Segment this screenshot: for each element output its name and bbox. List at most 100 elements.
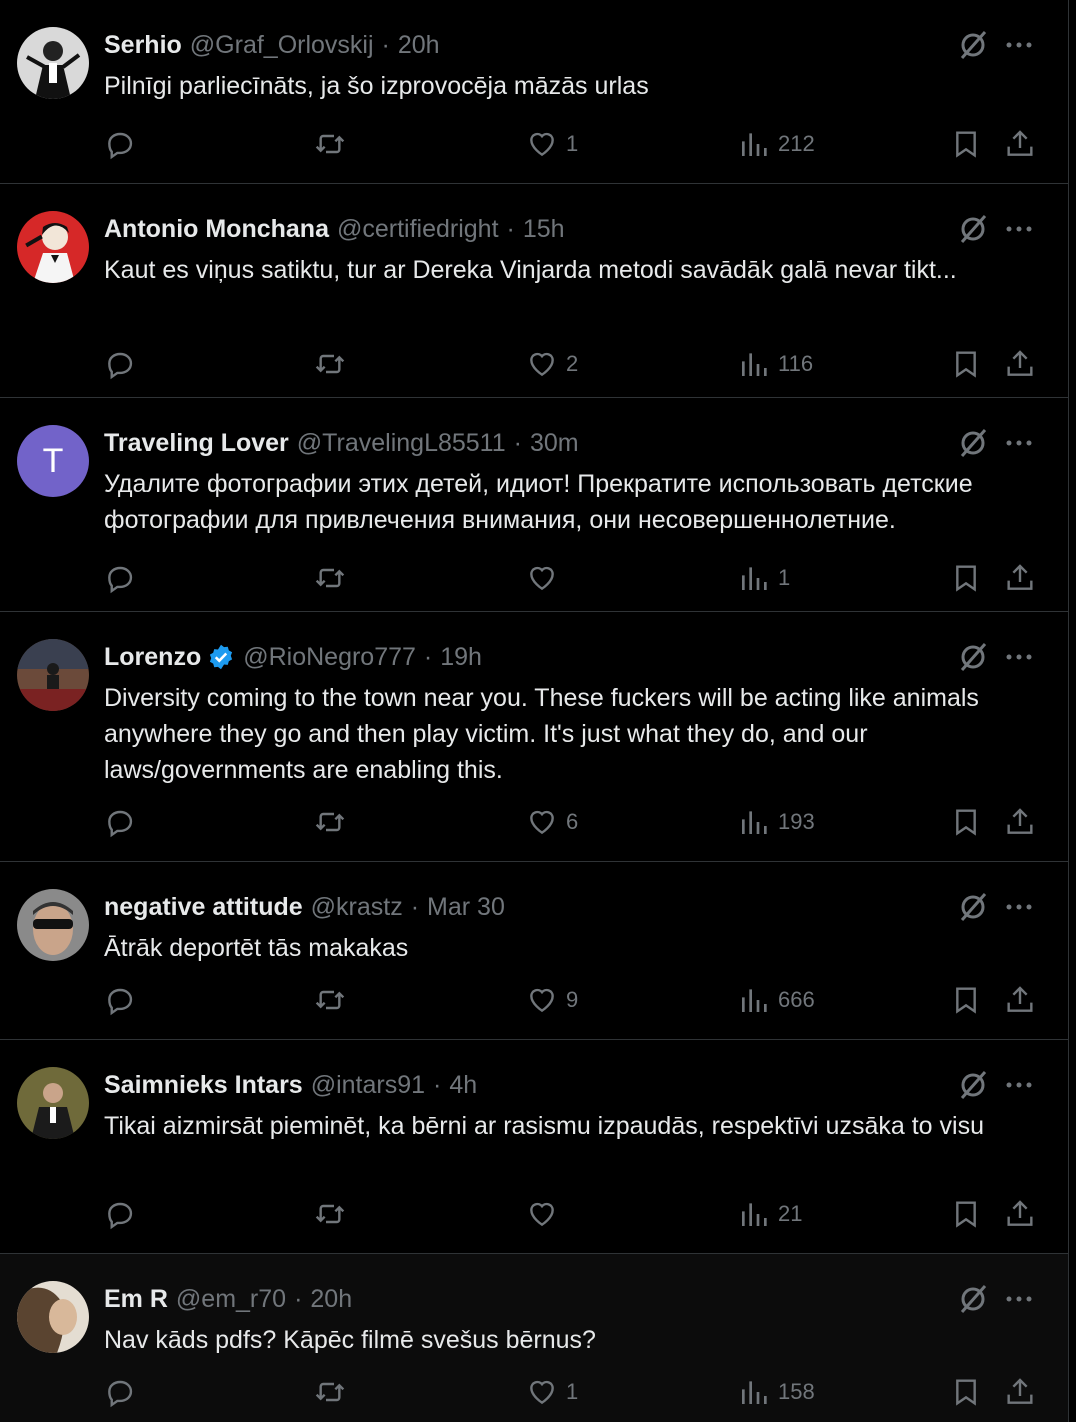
author-name[interactable]: Antonio Monchana [104,212,329,246]
author-name[interactable]: Lorenzo [104,640,201,674]
author-handle[interactable]: @em_r70 [176,1282,286,1316]
repost-button[interactable] [314,124,354,164]
repost-button[interactable] [314,1194,354,1234]
timestamp[interactable]: 30m [530,426,579,460]
more-icon[interactable] [1002,890,1036,924]
author-handle[interactable]: @Graf_Orlovskij [190,28,374,62]
repost-button[interactable] [314,980,354,1020]
reply-button[interactable] [104,1194,144,1234]
bookmark-button[interactable] [950,980,982,1020]
like-button[interactable] [526,1194,566,1234]
more-icon[interactable] [1002,28,1036,62]
separator-dot: · [513,429,522,457]
author-handle[interactable]: @intars91 [311,1068,425,1102]
author-name[interactable]: Saimnieks Intars [104,1068,303,1102]
grok-icon[interactable] [956,890,990,924]
avatar[interactable]: T [17,425,89,497]
tweet[interactable]: Saimnieks Intars @intars91 · 4h Tikai ai… [0,1040,1068,1254]
reply-button[interactable] [104,802,144,842]
repost-button[interactable] [314,558,354,598]
grok-icon[interactable] [956,212,990,246]
like-count: 6 [566,809,579,834]
grok-icon[interactable] [956,1282,990,1316]
author-name[interactable]: Serhio [104,28,182,62]
share-icon [1007,564,1033,590]
like-button[interactable]: 6 [526,802,578,842]
repost-button[interactable] [314,344,354,384]
share-button[interactable] [1004,558,1036,598]
author-handle[interactable]: @krastz [311,890,403,924]
bookmark-button[interactable] [950,1194,982,1234]
share-button[interactable] [1004,802,1036,842]
bookmark-button[interactable] [950,558,982,598]
author-name[interactable]: negative attitude [104,890,303,924]
reply-icon [108,352,133,380]
share-icon [1007,350,1033,376]
avatar[interactable] [17,27,89,99]
author-handle[interactable]: @certifiedright [337,212,499,246]
grok-icon[interactable] [956,28,990,62]
more-icon[interactable] [1002,640,1036,674]
timestamp[interactable]: 20h [310,1282,352,1316]
reply-button[interactable] [104,980,144,1020]
avatar[interactable] [17,211,89,283]
tweet[interactable]: Serhio @Graf_Orlovskij · 20h Pilnīgi par… [0,0,1068,184]
bookmark-button[interactable] [950,124,982,164]
more-icon[interactable] [1002,212,1036,246]
author-handle[interactable]: @TravelingL85511 [297,426,506,460]
share-button[interactable] [1004,344,1036,384]
avatar[interactable] [17,639,89,711]
reply-button[interactable] [104,1372,144,1412]
repost-button[interactable] [314,1372,354,1412]
author-handle[interactable]: @RioNegro777 [243,640,416,674]
share-button[interactable] [1004,1194,1036,1234]
bookmark-button[interactable] [950,1372,982,1412]
like-button[interactable]: 1 [526,1372,578,1412]
timestamp[interactable]: Mar 30 [427,890,505,924]
views-button[interactable]: 21 [738,1194,802,1234]
avatar[interactable] [17,1067,89,1139]
reply-button[interactable] [104,344,144,384]
timestamp[interactable]: 19h [440,640,482,674]
like-button[interactable]: 9 [526,980,578,1020]
like-count: 2 [566,351,579,376]
grok-icon[interactable] [956,1068,990,1102]
tweet[interactable]: Antonio Monchana @certifiedright · 15h K… [0,184,1068,398]
tweet[interactable]: negative attitude @krastz · Mar 30 Ātrāk… [0,862,1068,1040]
grok-icon[interactable] [956,426,990,460]
grok-icon[interactable] [956,640,990,674]
more-icon[interactable] [1002,1068,1036,1102]
share-button[interactable] [1004,1372,1036,1412]
repost-button[interactable] [314,802,354,842]
more-icon[interactable] [1002,1282,1036,1316]
tweet[interactable]: Em R @em_r70 · 20h Nav kāds pdfs? Kāpēc … [0,1254,1068,1422]
author-name[interactable]: Traveling Lover [104,426,289,460]
bookmark-button[interactable] [950,802,982,842]
repost-icon [315,990,345,1010]
timestamp[interactable]: 20h [398,28,440,62]
more-icon[interactable] [1002,426,1036,460]
views-button[interactable]: 666 [738,980,815,1020]
tweet-text: Kaut es viņus satiktu, tur ar Dereka Vin… [104,256,957,284]
views-button[interactable]: 1 [738,558,790,598]
reply-button[interactable] [104,124,144,164]
views-button[interactable]: 193 [738,802,815,842]
like-button[interactable] [526,558,566,598]
like-button[interactable]: 1 [526,124,578,164]
views-button[interactable]: 212 [738,124,815,164]
share-button[interactable] [1004,124,1036,164]
action-bar: 1 158 [0,1372,1068,1412]
timestamp[interactable]: 15h [523,212,565,246]
like-button[interactable]: 2 [526,344,578,384]
timestamp[interactable]: 4h [449,1068,477,1102]
author-name[interactable]: Em R [104,1282,168,1316]
reply-button[interactable] [104,558,144,598]
views-button[interactable]: 158 [738,1372,815,1412]
avatar[interactable] [17,1281,89,1353]
views-button[interactable]: 116 [738,344,813,384]
tweet[interactable]: T Traveling Lover @TravelingL85511 · 30m… [0,398,1068,612]
bookmark-button[interactable] [950,344,982,384]
tweet[interactable]: Lorenzo @RioNegro777 · 19h Diversity com… [0,612,1068,862]
avatar[interactable] [17,889,89,961]
share-button[interactable] [1004,980,1036,1020]
